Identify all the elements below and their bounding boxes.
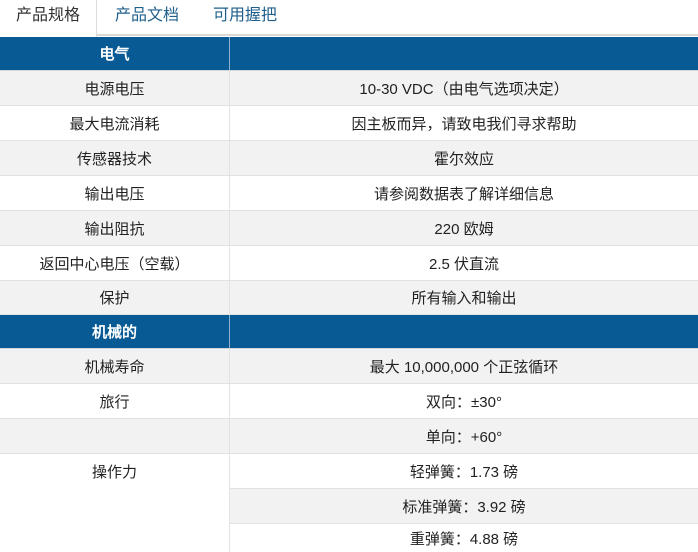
- table-row: 输出电压 请参阅数据表了解详细信息: [0, 176, 698, 211]
- row-value: 2.5 伏直流: [428, 255, 500, 273]
- row-label-travel: 旅行: [0, 384, 230, 419]
- table-row: 最大电流消耗 因主板而异，请致电我们寻求帮助: [0, 106, 698, 141]
- section-header-mechanical: 机械的: [0, 315, 698, 349]
- row-label-operating-force: 操作力: [0, 454, 230, 489]
- table-row: 返回中心电压（空载） 2.5 伏直流: [0, 246, 698, 281]
- row-value: 请参阅数据表了解详细信息: [373, 185, 554, 203]
- row-label: 机械寿命: [0, 349, 230, 383]
- row-label: 电源电压: [0, 71, 230, 105]
- row-label: 保护: [0, 281, 230, 314]
- section-title: 电气: [0, 37, 230, 70]
- row-value: 220 欧姆: [434, 220, 494, 238]
- row-value: 重弹簧：4.88 磅: [230, 524, 698, 552]
- row-value: 10-30 VDC（由电气选项决定）: [359, 80, 569, 98]
- table-row: 电源电压 10-30 VDC（由电气选项决定）: [0, 71, 698, 106]
- section-header-electrical: 电气: [0, 37, 698, 71]
- row-value: 最大 10,000,000 个正弦循环: [369, 358, 559, 376]
- tab-bar: 产品规格 产品文档 可用握把: [0, 0, 698, 37]
- row-value: 标准弹簧：3.92 磅: [230, 489, 698, 524]
- tab-product-specs[interactable]: 产品规格: [0, 0, 97, 37]
- tab-product-docs[interactable]: 产品文档: [115, 0, 179, 36]
- section-title: 机械的: [0, 315, 230, 348]
- tab-available-grips[interactable]: 可用握把: [213, 0, 277, 36]
- row-label: 输出阻抗: [0, 211, 230, 245]
- row-value: 霍尔效应: [433, 150, 494, 168]
- table-row: 输出阻抗 220 欧姆: [0, 211, 698, 246]
- row-value: 轻弹簧：1.73 磅: [230, 454, 698, 489]
- table-row: 机械寿命 最大 10,000,000 个正弦循环: [0, 349, 698, 384]
- row-label-spacer: [0, 489, 230, 552]
- row-value: 所有输入和输出: [411, 290, 517, 307]
- row-value: 因主板而异，请致电我们寻求帮助: [351, 115, 577, 133]
- table-row: 传感器技术 霍尔效应: [0, 141, 698, 176]
- row-value: 双向：±30°: [230, 384, 698, 419]
- row-label: 输出电压: [0, 176, 230, 210]
- row-value: 单向：+60°: [230, 419, 698, 454]
- row-label: 最大电流消耗: [0, 106, 230, 140]
- row-label: 返回中心电压（空载）: [0, 246, 230, 280]
- row-label: 传感器技术: [0, 141, 230, 175]
- table-row: 保护 所有输入和输出: [0, 281, 698, 315]
- row-label-spacer: [0, 419, 230, 454]
